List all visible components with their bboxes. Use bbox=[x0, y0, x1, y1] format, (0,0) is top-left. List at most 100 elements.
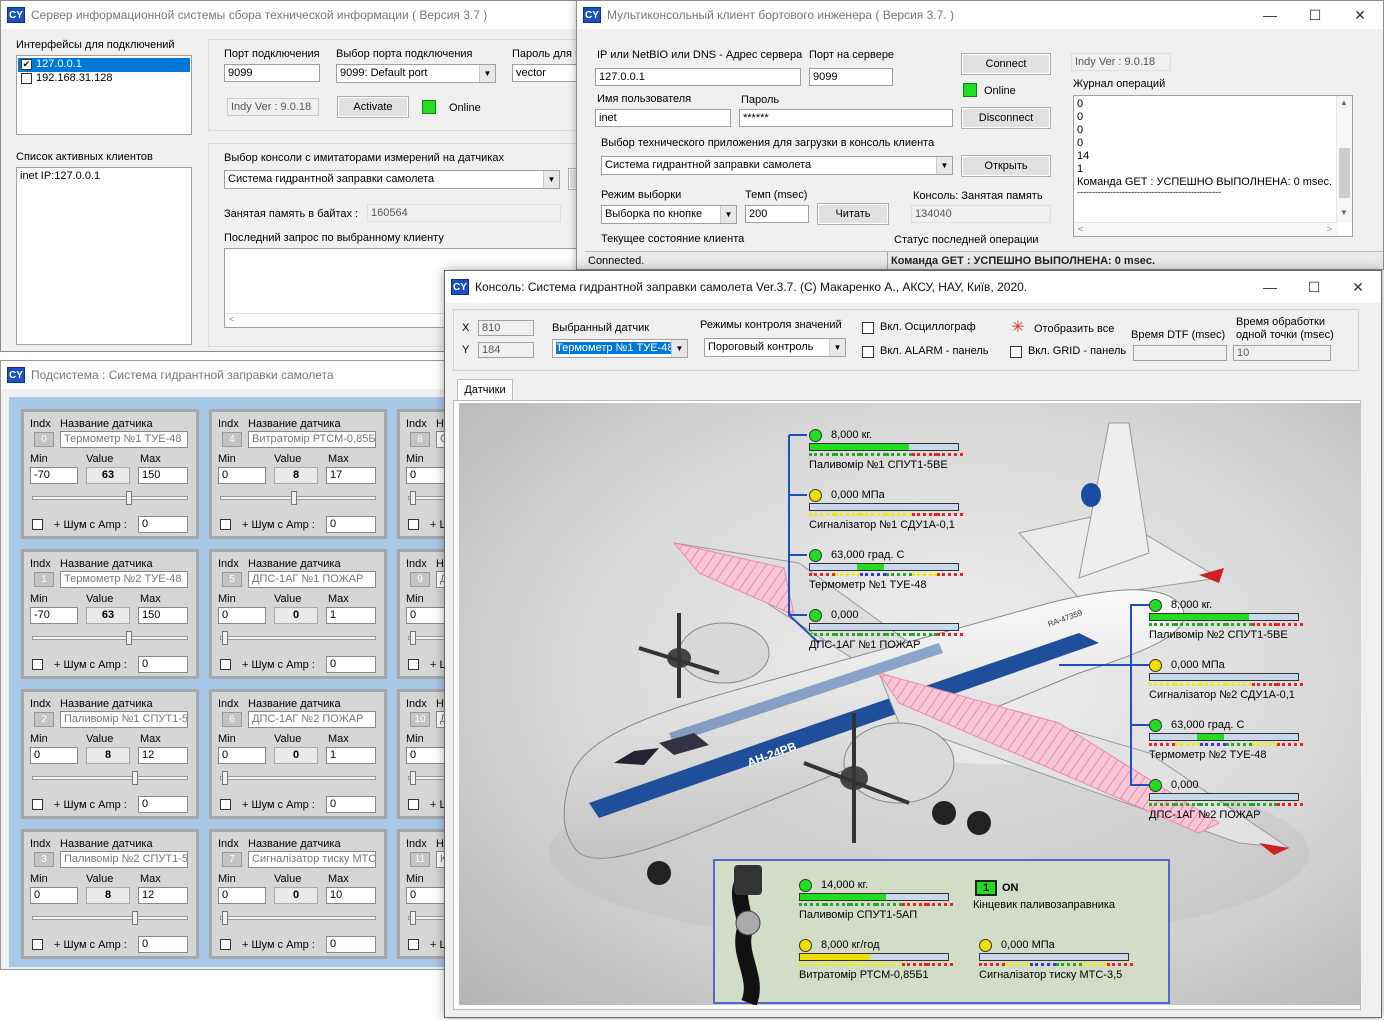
max-input[interactable]: 10 bbox=[326, 887, 376, 904]
max-input[interactable]: 17 bbox=[326, 467, 376, 484]
sensor-gauge[interactable]: 63,000 град. С Термометр №1 ТУЕ-48 bbox=[809, 549, 989, 591]
noise-checkbox[interactable] bbox=[408, 519, 419, 530]
list-item[interactable]: 192.168.31.128 bbox=[18, 72, 190, 86]
sensor-gauge[interactable]: 0,000 МПа Сигналізатор тиску МТС-3,5 bbox=[979, 939, 1159, 981]
port-input[interactable]: 9099 bbox=[224, 64, 320, 82]
max-input[interactable]: 12 bbox=[138, 747, 188, 764]
value-slider-track[interactable] bbox=[32, 496, 188, 500]
oscilloscope-checkbox[interactable] bbox=[862, 322, 874, 334]
min-input[interactable]: 0 bbox=[218, 887, 266, 904]
sensor-gauge[interactable]: 8,000 кг. Паливомір №1 СПУТ1-5ВЕ bbox=[809, 429, 989, 471]
max-input[interactable]: 1 bbox=[326, 747, 376, 764]
close-icon[interactable]: ✕ bbox=[1335, 271, 1381, 303]
noise-amp-input[interactable]: 0 bbox=[326, 796, 376, 813]
value-slider-track[interactable] bbox=[220, 636, 376, 640]
log-hscrollbar[interactable]: < > bbox=[1074, 222, 1338, 236]
sensor-name-field[interactable]: Паливомір №1 СПУТ1-5Е bbox=[60, 711, 188, 728]
chevron-down-icon[interactable]: ▼ bbox=[671, 340, 687, 357]
console-titlebar[interactable]: CY Консоль: Система гидрантной заправки … bbox=[445, 271, 1381, 303]
alarm-checkbox[interactable] bbox=[862, 346, 874, 358]
client-titlebar[interactable]: CY Мультиконсольный клиент бортового инж… bbox=[577, 1, 1383, 29]
checkbox-checked-icon[interactable]: ✔ bbox=[21, 59, 32, 70]
sensor-gauge[interactable]: 14,000 кг. Паливомір СПУТ1-5АП bbox=[799, 879, 979, 921]
value-slider-track[interactable] bbox=[220, 496, 376, 500]
sensor-name-field[interactable]: Паливомір №2 СПУТ1-5Е bbox=[60, 851, 188, 868]
noise-amp-input[interactable]: 0 bbox=[138, 796, 188, 813]
max-input[interactable]: 150 bbox=[138, 467, 188, 484]
disconnect-button[interactable]: Disconnect bbox=[961, 107, 1051, 129]
value-slider-thumb[interactable] bbox=[410, 911, 416, 925]
sensor-gauge[interactable]: 8,000 кг. Паливомір №2 СПУТ1-5ВЕ bbox=[1149, 599, 1329, 641]
value-slider-track[interactable] bbox=[32, 776, 188, 780]
noise-checkbox[interactable] bbox=[220, 519, 231, 530]
list-item[interactable]: ✔ 127.0.0.1 bbox=[18, 58, 190, 72]
open-button[interactable]: Открыть bbox=[961, 155, 1051, 177]
show-all-label[interactable]: Отобразить все bbox=[1034, 323, 1114, 335]
min-input[interactable]: -70 bbox=[30, 467, 78, 484]
value-slider-thumb[interactable] bbox=[410, 631, 416, 645]
scroll-right-icon[interactable]: > bbox=[1327, 224, 1332, 234]
value-slider-thumb[interactable] bbox=[222, 631, 228, 645]
port-select[interactable]: 9099: Default port ▼ bbox=[336, 64, 496, 83]
sensor-name-field[interactable]: ДПС-1АГ №2 ПОЖАР bbox=[248, 711, 376, 728]
control-mode-select[interactable]: Пороговый контроль ▼ bbox=[704, 338, 846, 357]
sensor-name-field[interactable]: ДПС-1АГ №1 ПОЖАР bbox=[248, 571, 376, 588]
min-input[interactable]: 0 bbox=[218, 607, 266, 624]
value-slider-track[interactable] bbox=[220, 776, 376, 780]
sensor-gauge[interactable]: 0,000 МПа Сигналізатор №1 СДУ1А-0,1 bbox=[809, 489, 989, 531]
noise-checkbox[interactable] bbox=[408, 659, 419, 670]
log-scrollbar[interactable]: ▲ ▼ bbox=[1336, 96, 1352, 222]
sensor-gauge[interactable]: 0,000 ДПС-1АГ №2 ПОЖАР bbox=[1149, 779, 1329, 821]
value-slider-thumb[interactable] bbox=[222, 771, 228, 785]
activate-button[interactable]: Activate bbox=[337, 96, 409, 118]
connect-button[interactable]: Connect bbox=[961, 53, 1051, 75]
operation-log[interactable]: 0 0 0 0 14 1 Команда GET : УСПЕШНО ВЫПОЛНЕНА: … bbox=[1073, 95, 1353, 237]
tab-sensors[interactable]: Датчики bbox=[457, 379, 513, 401]
scroll-thumb[interactable] bbox=[1339, 148, 1350, 198]
noise-checkbox[interactable] bbox=[408, 939, 419, 950]
min-input[interactable]: 0 bbox=[30, 747, 78, 764]
interfaces-list[interactable]: ✔ 127.0.0.1 192.168.31.128 bbox=[16, 55, 192, 135]
min-input[interactable]: 0 bbox=[30, 887, 78, 904]
user-input[interactable]: inet bbox=[595, 109, 731, 127]
max-input[interactable]: 150 bbox=[138, 607, 188, 624]
server-port-input[interactable]: 9099 bbox=[809, 68, 893, 86]
server-titlebar[interactable]: CY Сервер информационной системы сбора т… bbox=[1, 1, 589, 29]
sensor-name-field[interactable]: Термометр №1 ТУЕ-48 bbox=[60, 431, 188, 448]
maximize-icon[interactable]: ☐ bbox=[1291, 271, 1337, 303]
close-icon[interactable]: ✕ bbox=[1337, 1, 1383, 29]
value-slider-track[interactable] bbox=[32, 916, 188, 920]
value-slider-thumb[interactable] bbox=[410, 771, 416, 785]
chevron-down-icon[interactable]: ▼ bbox=[479, 65, 495, 82]
noise-checkbox[interactable] bbox=[32, 659, 43, 670]
noise-checkbox[interactable] bbox=[220, 799, 231, 810]
sensor-gauge[interactable]: 8,000 кг/год Витратомір РТСМ-0,85Б1 bbox=[799, 939, 979, 981]
read-button[interactable]: Читать bbox=[817, 203, 889, 225]
value-slider-thumb[interactable] bbox=[126, 631, 132, 645]
subsystem-titlebar[interactable]: CY Подсистема : Система гидрантной запра… bbox=[1, 361, 459, 389]
chevron-down-icon[interactable]: ▼ bbox=[720, 206, 736, 223]
min-input[interactable]: 0 bbox=[218, 467, 266, 484]
min-input[interactable]: -70 bbox=[30, 607, 78, 624]
minimize-icon[interactable]: — bbox=[1247, 1, 1293, 29]
list-item[interactable]: inet IP:127.0.0.1 bbox=[20, 170, 100, 182]
noise-amp-input[interactable]: 0 bbox=[326, 656, 376, 673]
password-input[interactable]: ****** bbox=[739, 109, 953, 127]
min-input[interactable]: 0 bbox=[218, 747, 266, 764]
chevron-down-icon[interactable]: ▼ bbox=[543, 171, 559, 188]
noise-checkbox[interactable] bbox=[32, 519, 43, 530]
value-slider-thumb[interactable] bbox=[410, 491, 416, 505]
chevron-down-icon[interactable]: ▼ bbox=[936, 157, 952, 174]
sensor-name-field[interactable]: Термометр №2 ТУЕ-48 bbox=[60, 571, 188, 588]
value-slider-track[interactable] bbox=[220, 916, 376, 920]
noise-checkbox[interactable] bbox=[408, 799, 419, 810]
sensor-name-field[interactable]: Витратомір РТСМ-0,85Б1 bbox=[248, 431, 376, 448]
noise-checkbox[interactable] bbox=[32, 939, 43, 950]
grid-checkbox[interactable] bbox=[1010, 346, 1022, 358]
noise-amp-input[interactable]: 0 bbox=[138, 656, 188, 673]
minimize-icon[interactable]: — bbox=[1247, 271, 1293, 303]
scroll-left-icon[interactable]: < bbox=[1078, 224, 1083, 234]
app-select[interactable]: Система гидрантной заправки самолета ▼ bbox=[601, 156, 953, 175]
clients-list[interactable]: inet IP:127.0.0.1 bbox=[16, 167, 192, 345]
maximize-icon[interactable]: ☐ bbox=[1292, 1, 1338, 29]
